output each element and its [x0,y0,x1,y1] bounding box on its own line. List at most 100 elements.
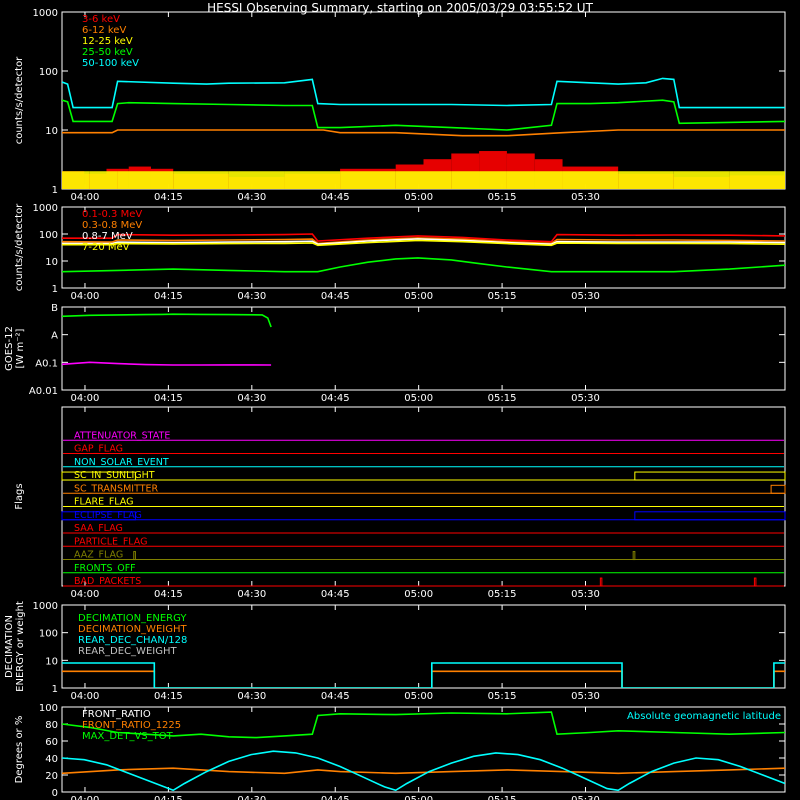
x-tick-label: 05:00 [404,291,433,302]
legend-entry: 0.3-0.8 MeV [82,220,142,231]
y-tick-label: 100 [39,629,58,640]
x-tick-label: 04:45 [321,291,350,302]
y-tick-label: 100 [39,67,58,78]
flag-segment [599,577,603,587]
flag-segment [133,551,136,561]
x-tick-label: 04:30 [237,192,266,203]
y-tick-label: B [51,303,58,314]
legend-entry: REAR_DEC_WEIGHT [78,646,177,657]
x-tick-label: 04:45 [321,192,350,203]
series-bar [173,171,229,189]
y-axis-label: counts/s/detector [14,56,25,144]
y-tick-label: 40 [45,754,58,765]
x-tick-label: 04:00 [71,589,100,600]
x-tick-label: 05:15 [488,589,517,600]
legend-entry: DECIMATION_ENERGY [78,613,187,624]
x-tick-label: 05:30 [571,795,600,800]
x-tick-label: 04:45 [321,691,350,702]
legend-entry: 50-100 keV [82,58,139,69]
series-line [62,361,272,366]
y-tick-label: 100 [39,230,58,241]
x-tick-label: 05:15 [488,192,517,203]
series-bar [62,171,90,189]
y-tick-label: A [51,331,58,342]
x-tick-label: 05:00 [404,393,433,404]
legend-entry: Absolute geomagnetic latitude [627,711,781,722]
x-tick-label: 04:45 [321,393,350,404]
y-tick-label: 10 [45,126,58,137]
x-tick-label: 04:30 [237,291,266,302]
flag-label: AAZ_FLAG [74,550,123,561]
x-tick-label: 04:00 [71,291,100,302]
x-tick-label: 04:00 [71,691,100,702]
series-bar [673,171,730,189]
panel-2: 04:00 04:15 04:30 04:45 05:00 05:15 05:30 count… [14,203,786,302]
y-tick-label: 1 [52,284,58,295]
series-line [62,670,785,688]
series-line [62,662,785,688]
y-tick-label: 60 [45,737,58,748]
legend-entry: DECIMATION_WEIGHT [78,624,187,635]
legend-entry: FRONT_RATIO_1225 [82,720,181,731]
y-tick-label: 20 [45,771,58,782]
series-bar [506,171,563,189]
x-tick-label: 05:00 [404,691,433,702]
y-axis-label-2: [W m⁻²] [15,328,26,368]
legend-entry: 3-6 keV [82,14,120,25]
flag-label: PARTICLE_FLAG [74,536,147,547]
y-tick-label: 10 [45,257,58,268]
flag-label: SC_TRANSMITTER [74,483,159,494]
legend-entry: 12-25 keV [82,36,133,47]
series-bar [562,171,619,189]
series-bar [284,171,341,189]
flag-label: ATTENUATOR_STATE [74,430,170,441]
y-tick-label: A0.1 [35,358,58,369]
x-tick-label: 05:15 [488,291,517,302]
flag-segment [753,577,757,587]
legend-entry: REAR_DEC_CHAN/128 [78,635,187,646]
x-tick-label: 05:30 [571,192,600,203]
panel-frame [61,206,786,289]
x-tick-label: 05:30 [571,393,600,404]
flag-segment [634,511,786,521]
series-line [62,257,785,273]
panel-3: 04:00 04:15 04:30 04:45 05:00 05:15 05:30 GOES-… [4,303,786,404]
series-bar [340,171,396,189]
flag-segment [632,551,636,561]
flag-label: FRONTS_OFF [74,563,136,574]
y-tick-label: A0.01 [29,386,58,397]
y-tick-label: 1000 [33,601,58,612]
x-tick-label: 05:15 [488,393,517,404]
x-tick-label: 04:30 [237,393,266,404]
x-tick-label: 04:45 [321,589,350,600]
x-tick-label: 04:00 [71,795,100,800]
x-tick-label: 05:15 [488,795,517,800]
x-tick-label: 05:30 [571,589,600,600]
x-tick-label: 04:15 [154,795,183,800]
series-bar [228,171,285,189]
x-tick-label: 05:00 [404,795,433,800]
y-tick-label: 1000 [33,203,58,214]
legend-entry: 0.1-0.3 MeV [82,209,142,220]
x-tick-label: 05:30 [571,291,600,302]
y-axis-label: Degrees or % [14,716,25,784]
flag-label: SC_IN_SUNLIGHT [74,470,155,481]
x-tick-label: 04:15 [154,192,183,203]
series-line [62,767,785,775]
hessi-summary-figure: 04:00 04:15 04:30 04:45 05:00 05:15 05:30 count… [4,8,786,800]
flag-label: NON_SOLAR_EVENT [74,457,169,468]
series-line [62,313,272,328]
series-bar [618,171,674,189]
x-tick-label: 04:00 [71,192,100,203]
x-tick-label: 04:45 [321,795,350,800]
series-line [62,129,785,137]
series-bar [729,171,785,189]
series-group [62,233,785,273]
x-tick-label: 05:30 [571,691,600,702]
panel-5: 04:00 04:15 04:30 04:45 05:00 05:15 05:30 DECIM… [4,601,786,702]
legend-entry: 6-12 keV [82,25,126,36]
flag-label: GAP_FLAG [74,444,123,455]
x-tick-label: 04:30 [237,589,266,600]
y-tick-label: 1000 [33,8,58,19]
x-tick-label: 04:00 [71,393,100,404]
